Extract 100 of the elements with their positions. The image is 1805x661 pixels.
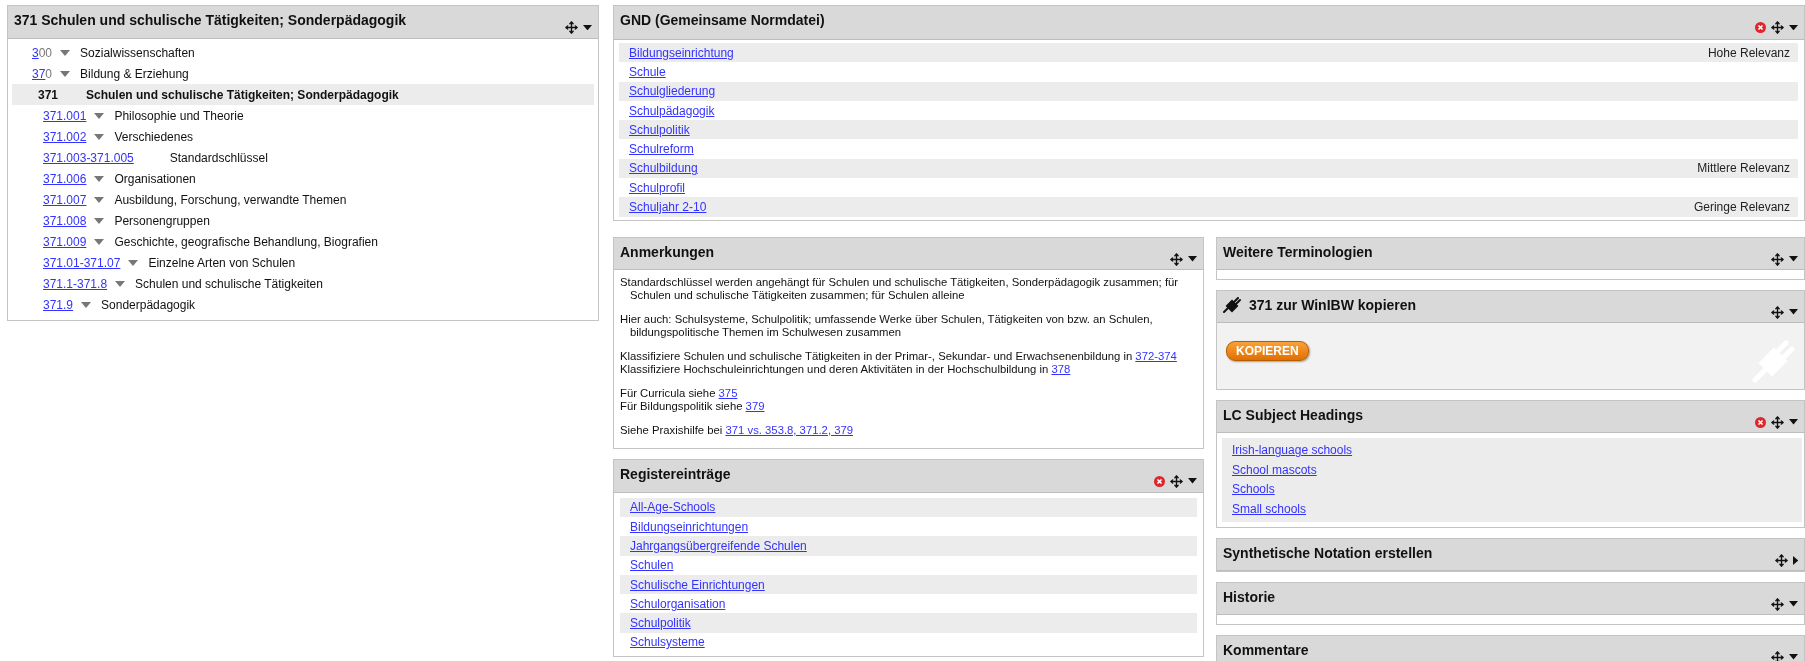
note-paragraph: Hier auch: Schulsysteme, Schulpolitik; umfassende Werke über Schulen, Tätigkeiten von bzw. an Schulen, bildungspolitische Themen im Schulwesen zusammen (620, 312, 1154, 339)
tree-row[interactable]: 371.006 Organisationen (12, 168, 594, 189)
tree-label: Verschiedenes (114, 129, 194, 144)
tree-label: Sozialwissenschaften (80, 45, 195, 60)
move-icon[interactable] (1771, 305, 1784, 319)
tree-row[interactable]: 371.001 Philosophie und Theorie (12, 105, 594, 126)
register-link[interactable]: Schulorganisation (630, 596, 726, 611)
register-link[interactable]: Schulsysteme (630, 635, 705, 650)
gnd-link[interactable]: Bildungseinrichtung (629, 45, 734, 60)
notation-link[interactable]: 371.002 (43, 129, 87, 144)
tree-row[interactable]: 371.9 Sonderpädagogik (12, 294, 594, 315)
subject-link[interactable]: School mascots (1232, 462, 1317, 477)
move-icon[interactable] (1170, 474, 1183, 488)
gnd-link[interactable]: Schuljahr 2-10 (629, 200, 707, 214)
tree-label: Bildung & Erziehung (80, 66, 189, 81)
gnd-link[interactable]: Schulpädagogik (629, 103, 715, 118)
note-line: Klassifiziere Hochschuleinrichtungen und deren Aktivitäten in der Hochschulbildung in 378 (620, 362, 1072, 376)
tree-label: Geschichte, geografische Behandlung, Biografien (114, 234, 378, 249)
move-icon[interactable] (1771, 650, 1784, 661)
notation-text: 00 (38, 45, 53, 60)
caret-down-icon[interactable] (1789, 309, 1798, 315)
tree-row[interactable]: 371.009 Geschichte, geografische Behandlung, Biografien (12, 231, 594, 252)
tree-row[interactable]: 371.002 Verschiedenes (12, 126, 594, 147)
caret-down-icon[interactable] (1188, 256, 1197, 262)
notation-link[interactable]: 371.001 (43, 108, 87, 123)
gnd-link[interactable]: Schulprofil (629, 180, 686, 195)
note-link[interactable]: 371 vs. 353.8, 371.2, 379 (725, 423, 853, 436)
panel-title: 371 Schulen und schulische Tätigkeiten; Sonderpädagogik (14, 12, 407, 28)
caret-down-icon[interactable] (1188, 478, 1197, 484)
notation-link[interactable]: 371.009 (43, 234, 87, 249)
notation-link[interactable]: 371.006 (43, 171, 87, 186)
gnd-link[interactable]: Schulpolitik (629, 122, 690, 137)
register-link[interactable]: Schulen (630, 558, 674, 573)
notation-link[interactable]: 371.1-371.8 (43, 276, 108, 291)
relevance-label: Mittlere Relevanz (1697, 161, 1790, 176)
relevance-label: Hohe Relevanz (1707, 45, 1790, 60)
move-icon[interactable] (1170, 252, 1183, 266)
note-link[interactable]: 379 (745, 399, 765, 412)
register-link[interactable]: Jahrgangsübergreifende Schulen (630, 538, 807, 553)
gnd-link[interactable]: Schulbildung (629, 161, 698, 176)
note-line: Für Curricula siehe 375 (620, 386, 739, 400)
tree-label: Schulen und schulische Tätigkeiten (135, 276, 323, 291)
gnd-link[interactable]: Schulreform (629, 142, 694, 157)
tree-label: Personengruppen (114, 213, 210, 228)
gnd-link[interactable]: Schulgliederung (629, 84, 716, 99)
note-line: Klassifiziere Schulen und schulische Tätigkeiten in der Primar-, Sekundar- und Erwachsenenbildung in 372-374 (620, 349, 1178, 363)
panel-title: Anmerkungen (620, 243, 715, 260)
notation-link[interactable]: 371.01-371.07 (43, 255, 121, 270)
selected-tree-row[interactable]: 371 Schulen und schulische Tätigkeiten; Sonderpädagogik (12, 84, 594, 105)
move-icon[interactable] (1771, 21, 1784, 34)
tree-row[interactable]: 371.01-371.07 Einzelne Arten von Schulen (12, 252, 594, 273)
caret-down-icon[interactable] (1789, 654, 1798, 660)
panel-title: Kommentare (1223, 641, 1309, 658)
close-icon[interactable] (1755, 22, 1766, 33)
caret-down-icon[interactable] (1789, 256, 1798, 262)
move-icon[interactable] (1774, 553, 1788, 567)
move-icon[interactable] (1771, 252, 1784, 266)
register-link[interactable]: Bildungseinrichtungen (630, 519, 749, 534)
note-link[interactable]: 378 (1051, 362, 1071, 375)
caret-down-icon[interactable] (1789, 419, 1798, 425)
subject-link[interactable]: Irish-language schools (1232, 443, 1353, 458)
notation-text: 371 (38, 87, 59, 102)
close-icon[interactable] (1755, 416, 1766, 428)
notation-link[interactable]: 371.9 (43, 297, 74, 312)
tree-label: Sonderpädagogik (101, 297, 196, 312)
notation-link[interactable]: 37 (32, 66, 46, 81)
tree-row[interactable]: 371.008 Personengruppen (12, 210, 594, 231)
tree-row[interactable]: 371.007 Ausbildung, Forschung, verwandte Themen (12, 189, 594, 210)
notation-link[interactable]: 371.007 (43, 192, 87, 207)
panel-title: GND (Gemeinsame Normdatei) (620, 12, 825, 28)
caret-down-icon[interactable] (1789, 24, 1798, 31)
note-link[interactable]: 375 (718, 386, 738, 399)
tree-label: Organisationen (114, 171, 196, 186)
panel-title: Synthetische Notation erstellen (1223, 544, 1433, 561)
register-link[interactable]: All-Age-Schools (630, 500, 716, 515)
close-icon[interactable] (1154, 475, 1165, 487)
register-link[interactable]: Schulische Einrichtungen (630, 577, 765, 592)
subject-link[interactable]: Schools (1232, 482, 1275, 497)
note-link[interactable]: 372-374 (1135, 349, 1177, 362)
tree-label: Standardschlüssel (169, 150, 268, 165)
caret-down-icon[interactable] (583, 24, 592, 31)
gnd-link[interactable]: Schule (629, 64, 666, 79)
relevance-label: Geringe Relevanz (1693, 200, 1790, 214)
move-icon[interactable] (1771, 415, 1784, 429)
tree-label: Philosophie und Theorie (114, 108, 244, 123)
register-link[interactable]: Schulpolitik (630, 616, 691, 631)
notation-link[interactable]: 3 (32, 45, 39, 60)
subject-link[interactable]: Small schools (1232, 501, 1307, 516)
notation-link[interactable]: 371.008 (43, 213, 87, 228)
notation-link[interactable]: 371.003-371.005 (43, 150, 134, 165)
notation-text: 0 (45, 66, 53, 81)
caret-right-icon[interactable] (1792, 555, 1798, 565)
tree-label: Ausbildung, Forschung, verwandte Themen (114, 192, 347, 207)
tree-row[interactable]: 371.003-371.005 Standardschlüssel (12, 147, 594, 168)
move-icon[interactable] (565, 21, 578, 34)
tree-row[interactable]: 300 Sozialwissenschaften (12, 42, 594, 63)
move-icon[interactable] (1771, 597, 1784, 611)
tree-row[interactable]: 370 Bildung & Erziehung (12, 63, 594, 84)
caret-down-icon[interactable] (1789, 601, 1798, 607)
tree-row[interactable]: 371.1-371.8 Schulen und schulische Tätigkeiten (12, 273, 594, 294)
